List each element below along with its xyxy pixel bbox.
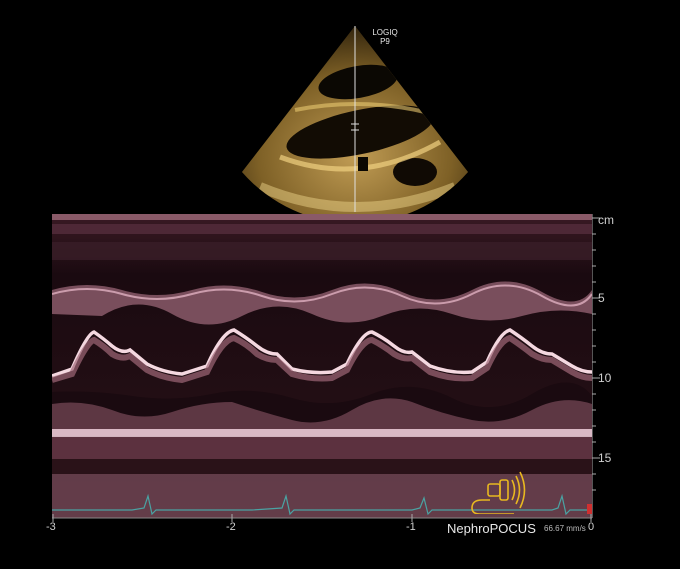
depth-label-15: 15 xyxy=(598,451,612,465)
bmode-sector-image xyxy=(242,26,468,214)
depth-label-5: 5 xyxy=(598,291,605,305)
time-label-minus2: -2 xyxy=(226,521,236,533)
depth-label-10: 10 xyxy=(598,371,612,385)
brand-line-2: P9 xyxy=(380,37,390,46)
depth-unit-label: cm xyxy=(598,213,614,227)
ultrasound-screen: LOGIQ P9 cm 5 10 15 -3 -2 -1 0 NephroPOC… xyxy=(0,0,680,569)
time-label-minus3: -3 xyxy=(46,521,56,533)
depth-scale-ticks xyxy=(592,214,600,518)
brand-line-1: LOGIQ xyxy=(372,28,398,37)
time-label-0: 0 xyxy=(588,521,595,533)
watermark-text: NephroPOCUS xyxy=(447,521,536,536)
sweep-speed-label: 66.67 mm/s xyxy=(544,524,586,533)
scanner-brand-label: LOGIQ P9 xyxy=(368,28,402,46)
time-label-minus1: -1 xyxy=(406,521,416,533)
probe-logo-icon xyxy=(471,471,526,514)
